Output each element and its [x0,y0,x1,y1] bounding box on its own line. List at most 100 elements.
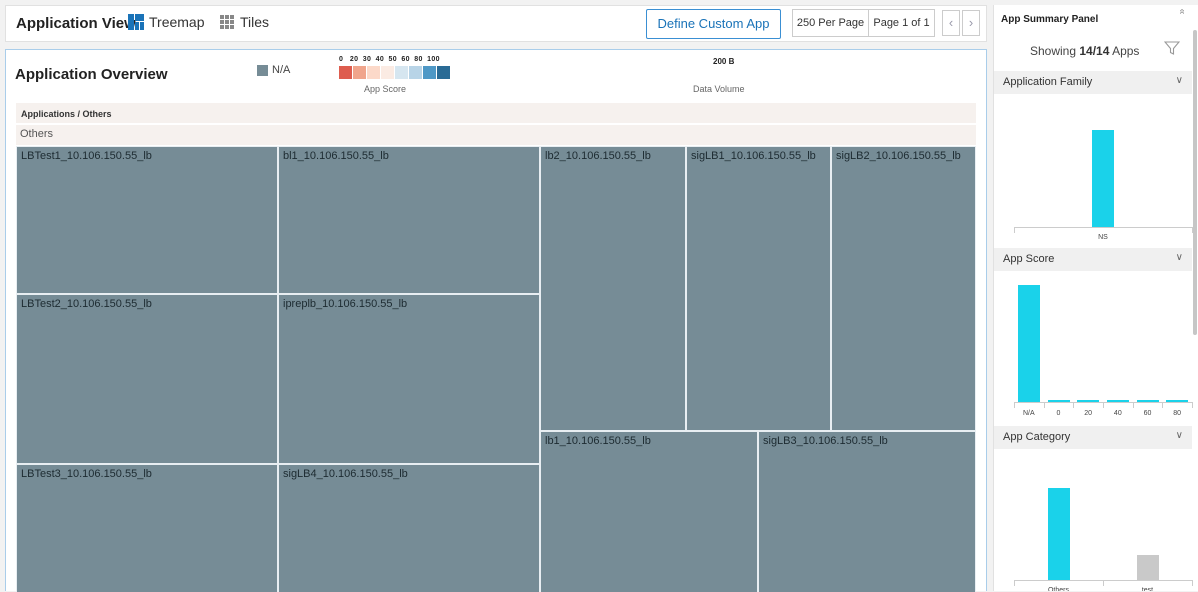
tile-label: sigLB4_10.106.150.55_lb [283,468,408,480]
bar-0[interactable] [1047,400,1070,402]
axis-tick [1014,227,1015,233]
score-swatch [395,66,408,79]
na-legend-label: N/A [272,64,291,76]
treemap-tile[interactable]: bl1_10.106.150.55_lb [278,146,540,294]
showing-count: Showing 14/14 Apps [1030,44,1139,58]
section-app-category[interactable]: App Category ∨ [994,426,1192,449]
data-volume-label: Data Volume [693,84,745,94]
chevron-down-icon[interactable]: ∨ [1176,252,1183,263]
bar-20[interactable] [1077,400,1100,402]
prev-page-button[interactable]: ‹ [942,10,960,36]
showing-number: 14/14 [1079,44,1110,58]
axis-tick [1014,402,1015,408]
score-swatch [339,66,352,79]
tile-label: bl1_10.106.150.55_lb [283,150,389,162]
per-page-select[interactable]: 250 Per Page [792,9,869,37]
tile-label: ipreplb_10.106.150.55_lb [283,298,408,310]
overview-title: Application Overview [15,66,168,83]
define-custom-app-button[interactable]: Define Custom App [646,9,781,39]
axis-tick [1162,402,1164,408]
tiles-label: Tiles [240,14,270,30]
treemap-view-toggle[interactable]: Treemap [128,14,205,30]
section-title: App Score [1003,253,1055,265]
axis-tick [1192,227,1193,233]
bar-others[interactable] [1047,488,1070,580]
tile-label: LBTest1_10.106.150.55_lb [21,150,152,162]
treemap-tile[interactable]: sigLB4_10.106.150.55_lb [278,464,540,592]
showing-prefix: Showing [1030,44,1077,58]
tile-label: sigLB2_10.106.150.55_lb [836,150,961,162]
bar-ns[interactable] [1092,130,1114,227]
treemap-tile[interactable]: sigLB2_10.106.150.55_lb [831,146,976,431]
axis-tick [1192,402,1193,408]
score-swatch [353,66,366,79]
data-volume-value: 200 B [713,57,735,66]
treemap-tile[interactable]: ipreplb_10.106.150.55_lb [278,294,540,464]
app-score-legend [339,66,451,79]
app-score-label: App Score [364,84,407,94]
bar-test[interactable] [1136,555,1159,580]
chevron-down-icon[interactable]: ∨ [1176,430,1183,441]
treemap-tile[interactable]: sigLB1_10.106.150.55_lb [686,146,831,431]
axis-tick [1103,402,1104,408]
treemap-label: Treemap [149,14,205,30]
tiles-icon [220,14,234,29]
tile-label: LBTest3_10.106.150.55_lb [21,468,152,480]
score-swatch [381,66,394,79]
app-summary-panel: App Summary Panel » Showing 14/14 Apps A… [993,5,1198,591]
chevron-down-icon[interactable]: ∨ [1176,75,1183,86]
treemap-tile[interactable]: lb2_10.106.150.55_lb [540,146,686,431]
axis-label: NS [1098,234,1108,241]
tile-label: lb1_10.106.150.55_lb [545,435,651,447]
axis-tick [1192,580,1193,586]
treemap-tile[interactable]: lb1_10.106.150.55_lb [540,431,758,592]
tile-label: sigLB3_10.106.150.55_lb [763,435,888,447]
section-title: Application Family [1003,76,1093,88]
na-swatch [257,64,268,76]
section-application-family[interactable]: Application Family ∨ [994,71,1192,94]
app-score-ticks: 0 20 30 40 50 60 80 100 [339,56,440,63]
bar-80[interactable] [1166,400,1189,402]
next-page-button[interactable]: › [962,10,980,36]
showing-suffix: Apps [1112,44,1140,58]
collapse-panel-icon[interactable]: » [1176,9,1187,15]
treemap-tile[interactable]: LBTest2_10.106.150.55_lb [16,294,278,464]
section-title: App Category [1003,431,1071,443]
page-title: Application View [16,15,136,32]
bar-n-a[interactable] [1017,285,1040,402]
bar-40[interactable] [1106,400,1129,402]
axis-label: Others [1047,587,1069,591]
bar-60[interactable] [1136,400,1159,402]
summary-title: App Summary Panel [1001,14,1099,25]
section-app-score[interactable]: App Score ∨ [994,248,1192,271]
application-overview-panel: Application Overview N/A 0 20 30 40 50 6… [5,49,987,592]
tile-label: LBTest2_10.106.150.55_lb [21,298,152,310]
score-swatch [437,66,450,79]
score-swatch [367,66,380,79]
axis-tick [1043,402,1045,408]
tile-label: lb2_10.106.150.55_lb [545,150,651,162]
axis-line [1014,227,1192,228]
treemap-icon [128,14,144,30]
axis-label: test [1141,587,1154,591]
top-bar: Application View Treemap Tiles Define Cu… [5,5,987,42]
group-header-others[interactable]: Others [16,125,976,145]
summary-scrollbar[interactable] [1193,30,1197,335]
axis-tick [1014,580,1015,586]
score-swatch [423,66,436,79]
axis-tick [1103,580,1104,586]
treemap: LBTest1_10.106.150.55_lb bl1_10.106.150.… [16,146,976,592]
treemap-tile[interactable]: sigLB3_10.106.150.55_lb [758,431,976,592]
na-legend: N/A [257,64,290,76]
tiles-view-toggle[interactable]: Tiles [220,14,269,30]
treemap-tile[interactable]: LBTest3_10.106.150.55_lb [16,464,278,592]
axis-label: 80 [1173,410,1182,417]
treemap-tile[interactable]: LBTest1_10.106.150.55_lb [16,146,278,294]
page-indicator: Page 1 of 1 [869,9,935,37]
filter-icon[interactable] [1164,40,1180,56]
axis-tick [1132,402,1134,408]
score-swatch [409,66,422,79]
breadcrumb[interactable]: Applications / Others [16,103,976,123]
tile-label: sigLB1_10.106.150.55_lb [691,150,816,162]
axis-tick [1073,402,1075,408]
